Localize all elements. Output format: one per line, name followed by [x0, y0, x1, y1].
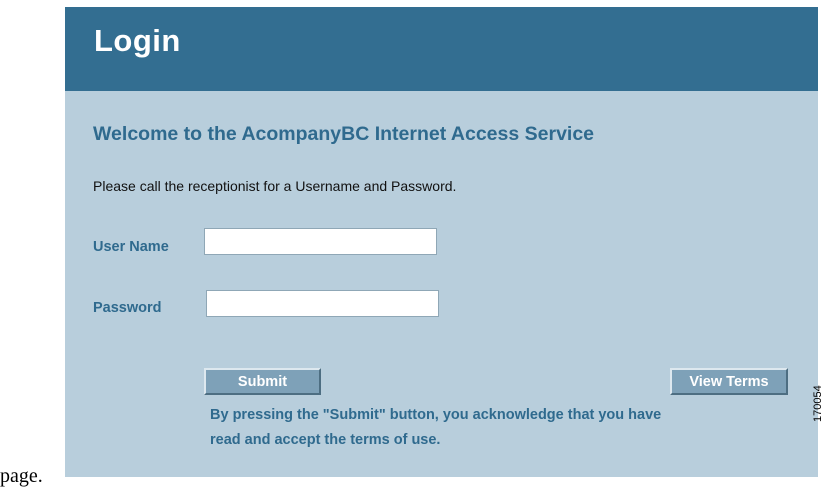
page-text-fragment: page. [0, 465, 43, 487]
figure-id-label: 170054 [812, 385, 824, 422]
welcome-heading: Welcome to the AcompanyBC Internet Acces… [93, 123, 595, 145]
submit-button[interactable]: Submit [204, 368, 321, 395]
password-input[interactable] [206, 290, 439, 317]
terms-acknowledgement-text: By pressing the "Submit" button, you ack… [210, 407, 662, 448]
page-title: Login [94, 23, 181, 58]
username-input[interactable] [204, 228, 437, 255]
login-panel: Login Welcome to the AcompanyBC Internet… [65, 7, 818, 477]
instructions-text: Please call the receptionist for a Usern… [93, 178, 457, 194]
username-label: User Name [93, 239, 169, 255]
view-terms-button[interactable]: View Terms [670, 368, 788, 395]
login-header: Login [65, 7, 818, 91]
password-label: Password [93, 300, 162, 316]
